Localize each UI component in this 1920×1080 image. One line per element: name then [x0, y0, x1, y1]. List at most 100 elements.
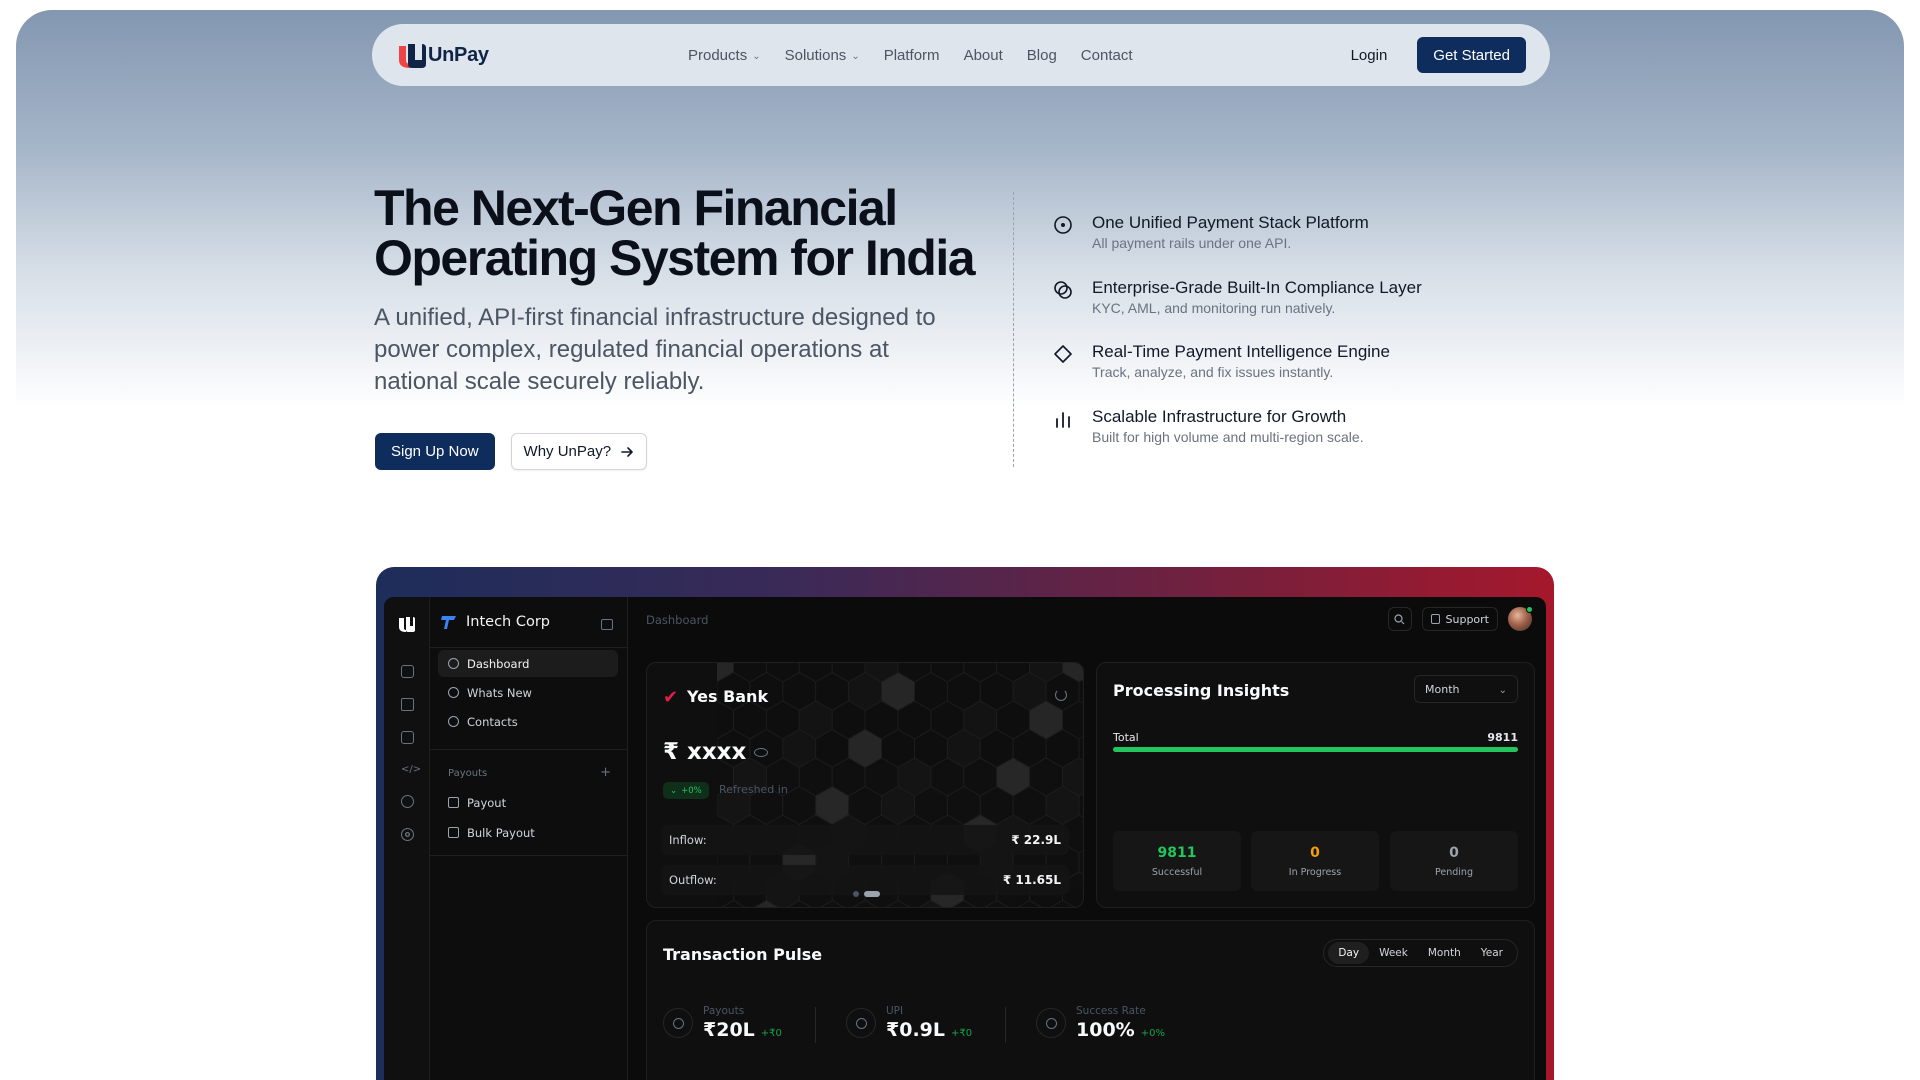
company-switcher[interactable]: Intech Corp [440, 613, 550, 631]
metric-label: Payouts [703, 1005, 745, 1017]
sidebar-item-contacts[interactable]: Contacts [438, 708, 618, 735]
tab-week[interactable]: Week [1369, 942, 1418, 964]
feature-title: Scalable Infrastructure for Growth [1092, 406, 1347, 426]
bank-logo-icon: ✔ [663, 687, 679, 708]
hero-divider [1013, 192, 1014, 467]
chevron-down-icon: ⌄ [1498, 684, 1507, 696]
stat-label: Pending [1435, 866, 1473, 878]
brand-logo[interactable]: UnPay [396, 40, 489, 70]
stat-value: 9811 [1157, 844, 1197, 861]
total-value: 9811 [1487, 731, 1518, 744]
nav-blog-label: Blog [1026, 46, 1057, 64]
file-icon[interactable] [401, 731, 414, 744]
nav-platform[interactable]: Platform [884, 47, 940, 64]
carousel-dot[interactable] [853, 891, 859, 897]
feature-description: Built for high volume and multi-region s… [1092, 428, 1364, 445]
brand-name: UnPay [428, 43, 489, 66]
tab-year[interactable]: Year [1471, 942, 1513, 964]
refresh-icon[interactable] [1055, 689, 1067, 701]
divider [430, 855, 628, 856]
metric-label: UPI [886, 1005, 904, 1017]
total-label: Total [1113, 731, 1139, 744]
nav-solutions[interactable]: Solutions ⌄ [785, 47, 860, 64]
carousel-dot-active[interactable] [864, 891, 880, 897]
hero-title: The Next-Gen Financial Operating System … [374, 180, 976, 286]
metric-success-rate: Success Rate 100% +0% [1036, 1005, 1165, 1041]
change-value: +0% [681, 785, 702, 796]
pulse-title: Transaction Pulse [663, 945, 823, 964]
why-unpay-label: Why UnPay? [523, 443, 612, 460]
inflow-label: Inflow: [669, 833, 707, 847]
code-icon[interactable]: </> [401, 763, 421, 776]
clipboard-icon [1430, 614, 1440, 624]
target-icon [1054, 216, 1072, 234]
diamond-icon [1054, 345, 1072, 363]
stat-value: 0 [1449, 844, 1459, 861]
total-progress-bar [1113, 747, 1518, 752]
wallet-icon [448, 797, 459, 808]
tab-day[interactable]: Day [1328, 942, 1370, 964]
topbar-actions: Support [1387, 606, 1533, 631]
metric-change: +₹0 [951, 1028, 973, 1039]
feature-title: One Unified Payment Stack Platform [1092, 213, 1369, 232]
feature-title: Enterprise-Grade Built-In Compliance Lay… [1092, 277, 1422, 297]
support-button[interactable]: Support [1421, 607, 1498, 631]
sign-up-button[interactable]: Sign Up Now [375, 433, 495, 470]
dashboard-preview-frame: </> Intech Corp Dashboard Whats New Cont… [376, 567, 1554, 1080]
sidebar-item-whats-new[interactable]: Whats New [438, 679, 618, 706]
period-tabs: Day Week Month Year [1323, 939, 1518, 967]
nav-products[interactable]: Products ⌄ [688, 47, 761, 64]
top-navbar: UnPay Products ⌄ Solutions ⌄ Platform Abou… [372, 24, 1550, 86]
breadcrumb[interactable]: Dashboard [646, 613, 708, 627]
add-icon[interactable]: + [600, 765, 611, 780]
clock-icon[interactable] [401, 795, 414, 808]
bar-chart-icon [1056, 411, 1070, 428]
sidebar-section-payouts: Payouts [448, 768, 488, 779]
company-name: Intech Corp [466, 614, 551, 630]
feature-description: Track, analyze, and fix issues instantly… [1092, 364, 1334, 380]
nav-about[interactable]: About [964, 47, 1003, 64]
transaction-pulse-card: Transaction Pulse Day Week Month Year Pa… [646, 920, 1535, 1080]
nav-blog[interactable]: Blog [1027, 47, 1057, 64]
nav-links: Products ⌄ Solutions ⌄ Platform About Blog… [688, 24, 1157, 86]
chevron-down-icon: ⌄ [670, 785, 678, 796]
search-button[interactable] [1387, 607, 1412, 631]
divider [430, 647, 628, 648]
check-square-icon[interactable] [401, 665, 414, 678]
sidebar-item-label: Bulk Payout [467, 825, 535, 840]
sidebar-item-bulk-payout[interactable]: Bulk Payout [438, 819, 618, 846]
avatar[interactable] [1508, 606, 1533, 631]
nav-contact[interactable]: Contact [1081, 47, 1133, 64]
stat-successful: 9811 Successful [1113, 831, 1241, 891]
stat-in-progress: 0 In Progress [1251, 831, 1379, 891]
sidebar-item-payout[interactable]: Payout [438, 789, 618, 816]
feature-title: Real-Time Payment Intelligence Engine [1092, 342, 1390, 361]
alert-triangle-icon[interactable] [401, 698, 414, 711]
sidebar-item-dashboard[interactable]: Dashboard [438, 650, 618, 677]
tab-month[interactable]: Month [1418, 942, 1471, 964]
wallet-icon [448, 827, 459, 838]
divider [430, 749, 628, 750]
dashboard-icon [448, 658, 459, 669]
period-select-value: Month [1425, 682, 1460, 696]
why-unpay-button[interactable]: Why UnPay? [510, 433, 648, 470]
nav-platform-label: Platform [883, 46, 940, 64]
login-link[interactable]: Login [1351, 47, 1388, 64]
support-label: Support [1445, 612, 1489, 626]
company-logo-icon [441, 616, 456, 629]
app-logo-icon [399, 617, 415, 632]
unpay-logo-icon [399, 44, 426, 68]
eye-icon[interactable] [754, 747, 769, 757]
sidebar-toggle-icon[interactable] [601, 619, 613, 630]
sidebar: Intech Corp Dashboard Whats New Contacts… [430, 597, 628, 1080]
period-select[interactable]: Month ⌄ [1414, 675, 1518, 703]
nav-actions: Login Get Started [1351, 24, 1526, 86]
account-balance: ₹ xxxx [663, 739, 769, 765]
hero-subtitle: A unified, API-first financial infrastru… [374, 304, 936, 395]
get-started-button[interactable]: Get Started [1417, 37, 1526, 73]
online-status-dot [1526, 606, 1533, 613]
arrow-right-icon [621, 446, 633, 457]
metric-value: 100% [1076, 1019, 1135, 1041]
metric-value: ₹0.9L [886, 1019, 945, 1041]
settings-icon[interactable] [401, 828, 414, 841]
